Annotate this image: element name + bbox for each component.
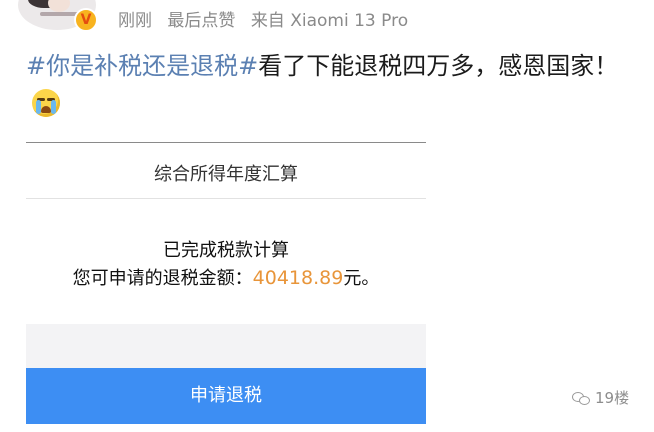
crying-face-emoji-icon bbox=[32, 89, 60, 117]
post-meta: 刚刚 最后点赞 来自 Xiaomi 13 Pro bbox=[118, 6, 418, 31]
card-divider bbox=[26, 198, 426, 199]
refund-label: 您可申请的退税金额： bbox=[72, 268, 253, 289]
card-top-divider bbox=[26, 142, 426, 143]
post-source[interactable]: 来自 Xiaomi 13 Pro bbox=[251, 11, 408, 31]
apply-refund-button[interactable]: 申请退税 bbox=[26, 368, 426, 424]
calculation-status: 已完成税款计算 bbox=[163, 240, 289, 261]
verified-badge-icon: V bbox=[74, 8, 98, 32]
post-edit-note: 最后点赞 bbox=[167, 11, 236, 31]
post-body: #你是补税还是退税#看了下能退税四万多，感恩国家！ bbox=[26, 47, 641, 123]
watermark: 19楼 bbox=[572, 387, 629, 408]
tax-refund-card: 综合所得年度汇算 已完成税款计算 您可申请的退税金额：40418.89元。 申请… bbox=[26, 142, 426, 432]
wechat-icon bbox=[572, 391, 592, 405]
card-title: 综合所得年度汇算 bbox=[154, 164, 298, 185]
avatar-face bbox=[48, 0, 70, 12]
hashtag-link[interactable]: #你是补税还是退税# bbox=[26, 52, 258, 80]
post-text: 看了下能退税四万多，感恩国家！ bbox=[258, 52, 619, 80]
post-time: 刚刚 bbox=[118, 11, 152, 31]
refund-amount-line: 您可申请的退税金额：40418.89元。 bbox=[26, 264, 426, 290]
watermark-text: 19楼 bbox=[595, 389, 630, 407]
refund-unit: 元。 bbox=[343, 268, 380, 289]
refund-amount: 40418.89 bbox=[252, 267, 344, 289]
